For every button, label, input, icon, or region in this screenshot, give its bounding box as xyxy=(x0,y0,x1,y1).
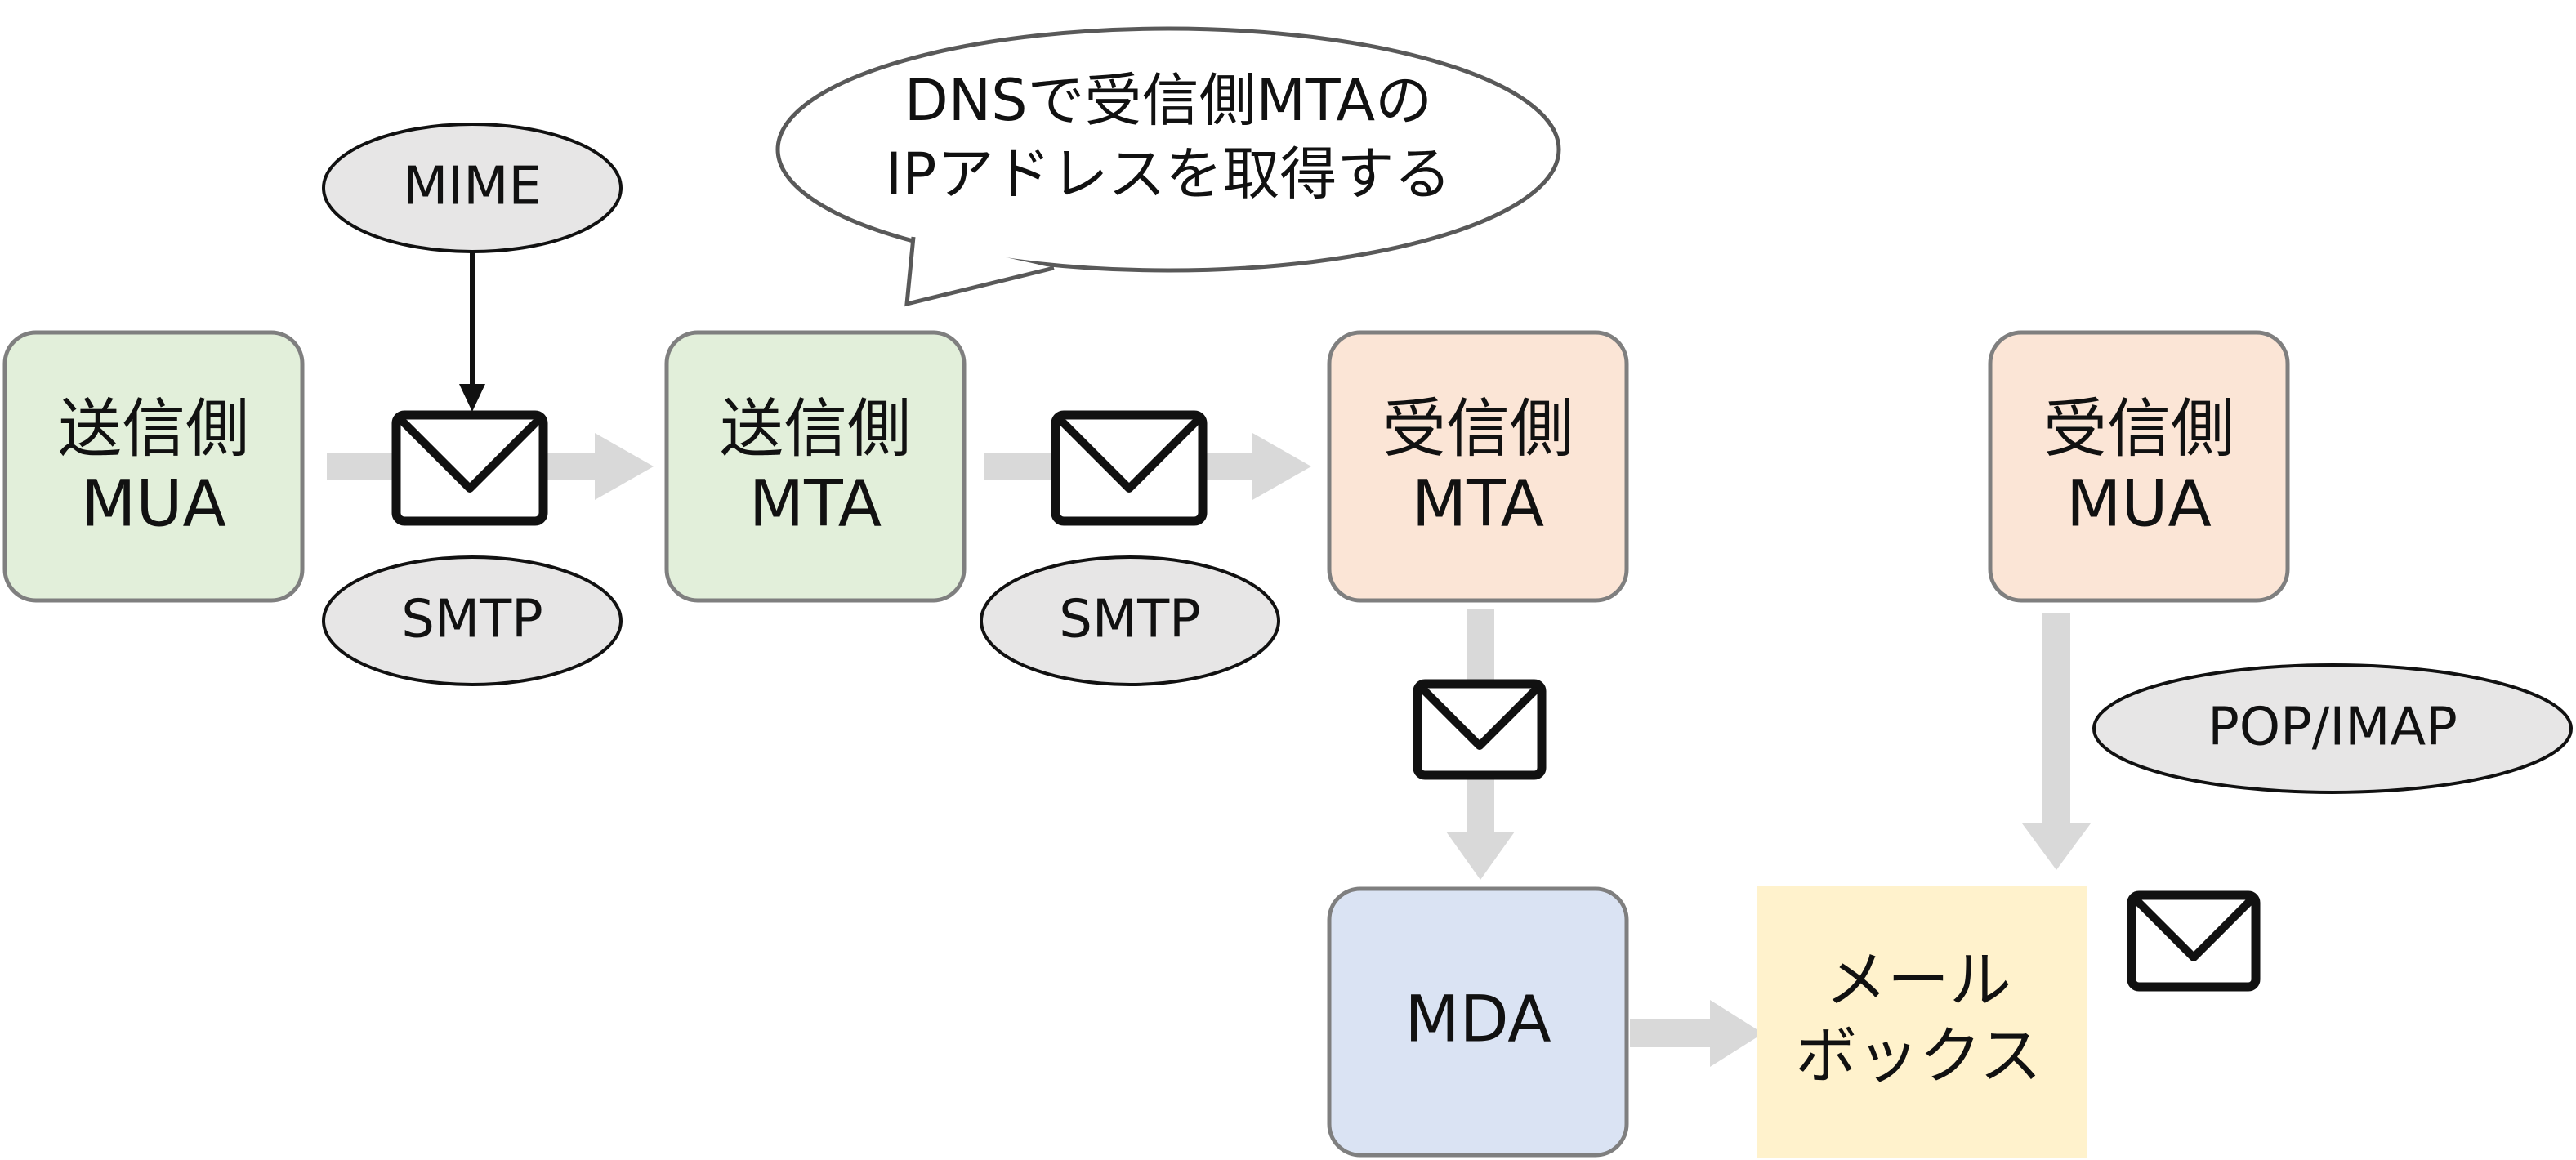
envelope-icon xyxy=(1413,679,1547,780)
envelope-icon xyxy=(1051,410,1208,526)
sender-mta-label-2: MTA xyxy=(749,467,882,541)
sender-mta-box: 送信側 MTA xyxy=(664,330,967,603)
receiver-mta-label-2: MTA xyxy=(1412,467,1544,541)
dns-callout: DNSで受信側MTAの IPアドレスを取得する xyxy=(775,26,1561,307)
mime-arrow xyxy=(459,252,485,412)
receiver-mua-box: 受信側 MUA xyxy=(1988,330,2290,603)
mailbox-label-2: ボックス xyxy=(1795,1019,2042,1092)
mda-box: MDA xyxy=(1327,886,1629,1158)
callout-line-1: DNSで受信側MTAの xyxy=(904,67,1432,134)
smtp-oval-1: SMTP xyxy=(322,555,623,686)
sender-mta-label-1: 送信側 xyxy=(720,392,911,466)
sender-mua-box: 送信側 MUA xyxy=(2,330,305,603)
sender-mua-label-2: MUA xyxy=(81,467,226,541)
mime-oval: MIME xyxy=(322,123,623,253)
callout-line-2: IPアドレスを取得する xyxy=(886,141,1452,207)
mailbox-label-1: メール xyxy=(1825,944,2011,1016)
mda-label: MDA xyxy=(1404,983,1551,1056)
receiver-mta-label-1: 受信側 xyxy=(1382,392,1574,466)
receiver-mua-label-1: 受信側 xyxy=(2043,392,2234,466)
pop-imap-label: POP/IMAP xyxy=(2208,698,2458,758)
envelope-icon xyxy=(391,410,548,526)
pop-imap-oval: POP/IMAP xyxy=(2092,663,2573,794)
flow-arrow-mda-to-mailbox xyxy=(1630,1000,1763,1067)
mail-flow-diagram: DNSで受信側MTAの IPアドレスを取得する MIME 送信側 MUA 送信側… xyxy=(2,26,2573,1158)
receiver-mua-label-2: MUA xyxy=(2066,467,2212,541)
sender-mua-label-1: 送信側 xyxy=(58,392,249,466)
flow-arrow-mua-to-mailbox xyxy=(2022,613,2091,870)
smtp-label-2: SMTP xyxy=(1059,590,1201,650)
receiver-mta-box: 受信側 MTA xyxy=(1327,330,1629,603)
mailbox-box: メール ボックス xyxy=(1757,886,2087,1158)
smtp-label-1: SMTP xyxy=(401,590,543,650)
smtp-oval-2: SMTP xyxy=(980,555,1280,686)
mime-label: MIME xyxy=(403,157,542,217)
envelope-icon xyxy=(2127,890,2261,992)
